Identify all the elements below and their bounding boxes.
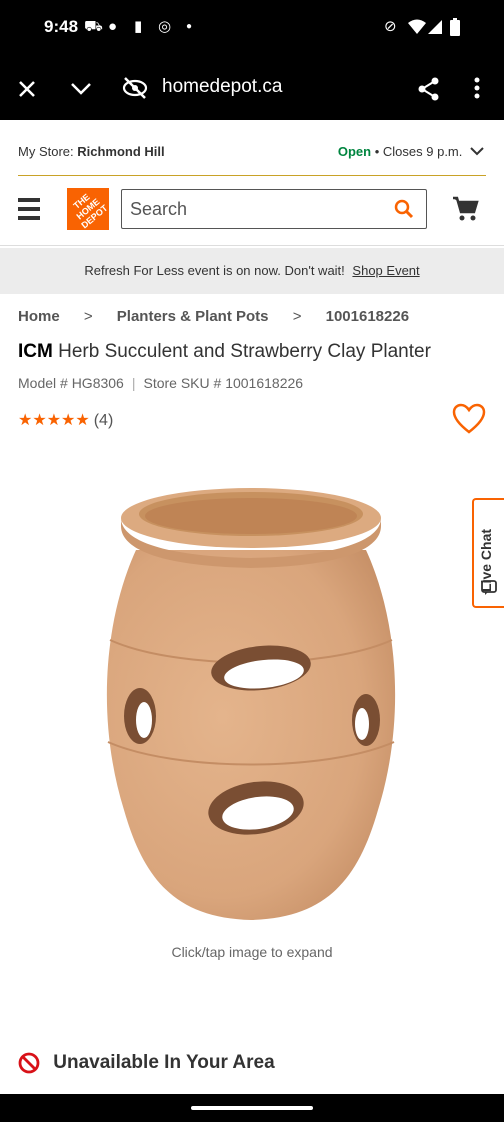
hamburger-menu-icon[interactable] — [18, 198, 40, 222]
availability-status: Unavailable In Your Area — [18, 1052, 275, 1074]
clipboard-icon: ▮ — [134, 18, 143, 35]
live-chat-button[interactable]: Live Chat — [472, 498, 504, 608]
wifi-icon — [408, 19, 426, 34]
product-title: ICM Herb Succulent and Strawberry Clay P… — [18, 341, 431, 363]
close-icon[interactable] — [18, 80, 36, 98]
car-icon: ⛟ — [84, 18, 103, 35]
breadcrumb-category[interactable]: Planters & Plant Pots — [117, 308, 269, 325]
store-closes: • Closes 9 p.m. — [374, 144, 463, 159]
signal-icon — [428, 20, 442, 34]
home-depot-logo[interactable]: THE HOME DEPOT — [67, 188, 110, 230]
home-gesture-bar[interactable] — [191, 1106, 313, 1110]
shop-event-link[interactable]: Shop Event — [352, 263, 419, 278]
promo-banner: Refresh For Less event is on now. Don't … — [0, 248, 504, 294]
model-number: Model # HG8306 — [18, 375, 124, 391]
product-identifiers: Model # HG8306 | Store SKU # 1001618226 — [18, 375, 303, 391]
incognito-eye-icon — [122, 77, 148, 99]
breadcrumb: Home > Planters & Plant Pots > 100161822… — [18, 308, 409, 325]
search-box[interactable] — [121, 189, 427, 229]
logo-text: THE HOME DEPOT — [71, 191, 110, 231]
product-image[interactable] — [96, 480, 406, 930]
store-hours[interactable]: Open • Closes 9 p.m. — [338, 144, 484, 159]
review-count[interactable]: (4) — [94, 412, 114, 429]
availability-text: Unavailable In Your Area — [53, 1052, 275, 1074]
product-rating[interactable]: ★★★★★ (4) — [18, 410, 113, 430]
favorite-heart-icon[interactable] — [452, 403, 486, 435]
promo-text: Refresh For Less event is on now. Don't … — [84, 263, 345, 278]
chat-bubble-icon: ● — [108, 18, 118, 35]
search-input[interactable] — [130, 190, 370, 228]
store-open-status: Open — [337, 144, 372, 159]
status-time: 9:48 — [44, 17, 79, 36]
product-brand[interactable]: ICM — [18, 341, 53, 362]
image-caption: Click/tap image to expand — [171, 944, 333, 960]
my-store[interactable]: My Store: Richmond Hill — [18, 144, 165, 159]
rating-stars-icon: ★★★★★ — [18, 412, 90, 429]
unavailable-icon — [18, 1052, 40, 1074]
breadcrumb-home[interactable]: Home — [18, 308, 60, 325]
browser-toolbar: homedepot.ca — [0, 56, 504, 120]
system-nav-bar — [0, 1094, 504, 1122]
status-bar: 9:48 ⛟ ● ▮ ◎ ● ⊘ — [0, 0, 504, 56]
search-icon[interactable] — [394, 199, 414, 219]
site-header: THE HOME DEPOT — [0, 176, 504, 246]
live-chat-label: Live Chat — [478, 528, 494, 592]
cart-icon[interactable] — [452, 196, 480, 222]
chevron-down-icon — [470, 147, 484, 156]
vibrate-off-icon: ⊘ — [384, 18, 397, 35]
chevron-right-icon: > — [83, 308, 93, 325]
breadcrumb-current: 1001618226 — [325, 308, 410, 325]
chevron-right-icon: > — [292, 308, 302, 325]
chevron-down-icon[interactable] — [70, 82, 92, 96]
share-icon[interactable] — [418, 77, 440, 101]
url-text[interactable]: homedepot.ca — [162, 76, 282, 98]
my-store-name: Richmond Hill — [77, 144, 165, 159]
battery-icon — [450, 18, 460, 36]
more-options-icon[interactable] — [474, 77, 480, 99]
my-store-label: My Store: — [18, 144, 74, 159]
product-name: Herb Succulent and Strawberry Clay Plant… — [58, 341, 431, 362]
store-bar: My Store: Richmond Hill Open • Closes 9 … — [0, 120, 504, 176]
chrome-icon: ◎ — [158, 18, 172, 35]
store-sku: Store SKU # 1001618226 — [143, 375, 304, 391]
dot-icon: ● — [186, 21, 193, 32]
separator: | — [131, 375, 136, 391]
